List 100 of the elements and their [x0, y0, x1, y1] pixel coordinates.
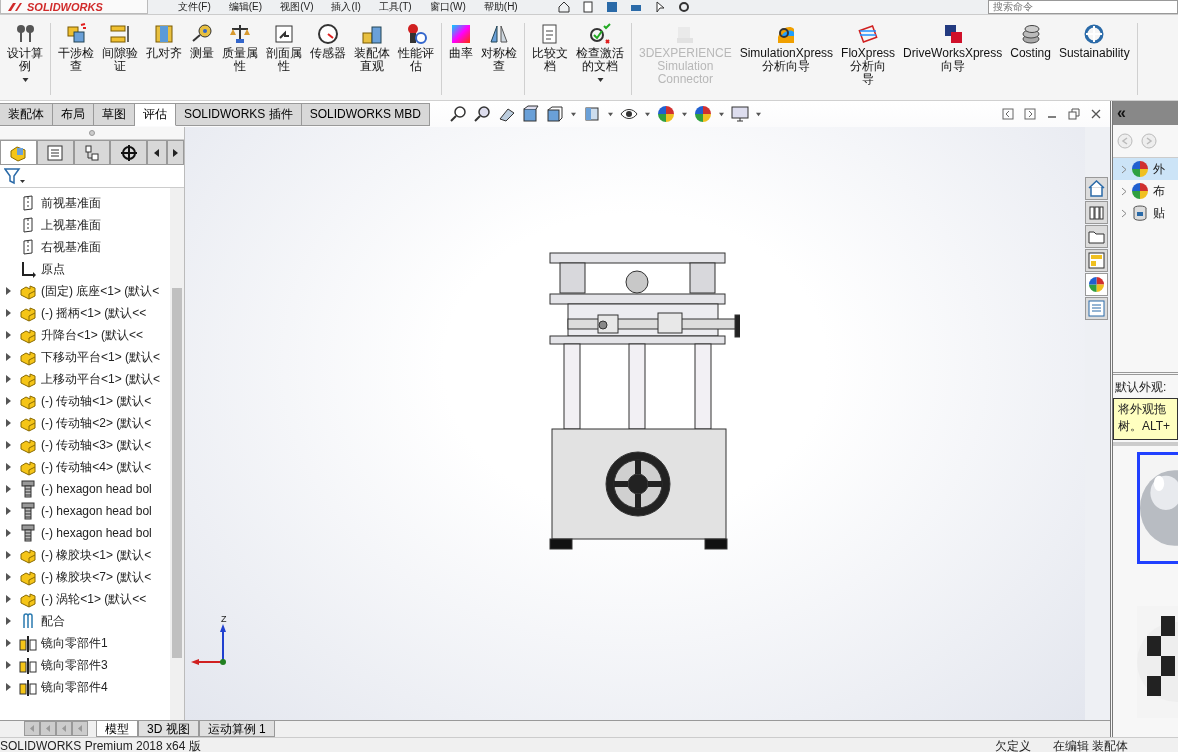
tree-row[interactable]: (-) 传动轴<3> (默认<	[0, 434, 170, 456]
design-library-tab[interactable]	[1085, 201, 1108, 224]
tree-row[interactable]: (-) hexagon head bol	[0, 500, 170, 522]
menu-item[interactable]: 视图(V)	[280, 1, 314, 13]
previous-window-icon[interactable]	[1002, 108, 1014, 120]
ribbon-button[interactable]: 剖面属 性	[262, 23, 306, 95]
tree-row[interactable]: 原点	[0, 258, 170, 280]
ribbon-button[interactable]: 设计算 例	[3, 23, 47, 95]
view-tab[interactable]: 运动算例 1	[198, 721, 275, 737]
ribbon-button[interactable]: 干涉检 查	[54, 23, 98, 95]
expand-arrow-icon[interactable]	[3, 308, 13, 318]
expand-arrow-icon[interactable]	[3, 484, 13, 494]
ribbon-tab[interactable]: SOLIDWORKS 插件	[176, 102, 302, 126]
ribbon-button[interactable]: 曲率	[445, 23, 477, 95]
appearances-tab[interactable]	[1085, 273, 1108, 296]
caret-icon[interactable]	[607, 111, 615, 117]
expand-arrow-icon[interactable]	[3, 572, 13, 582]
caret-icon[interactable]	[755, 111, 763, 117]
tree-row[interactable]: (-) 橡胶块<1> (默认<	[0, 544, 170, 566]
ribbon-button[interactable]: 装配体 直观	[350, 23, 394, 95]
tree-row[interactable]: 镜向零部件3	[0, 654, 170, 676]
tree-row[interactable]: (-) 摇柄<1> (默认<<	[0, 302, 170, 324]
expand-arrow-icon[interactable]	[3, 660, 13, 670]
scrollbar[interactable]	[170, 188, 184, 720]
expand-arrow-icon[interactable]	[3, 638, 13, 648]
ribbon-tab[interactable]: 布局	[53, 102, 94, 126]
expand-arrow-icon[interactable]	[3, 440, 13, 450]
menu-item[interactable]: 插入(I)	[331, 1, 361, 13]
tree-row[interactable]: 下移动平台<1> (默认<	[0, 346, 170, 368]
monitor-icon[interactable]	[731, 105, 750, 123]
ribbon-button[interactable]: 比较文 档	[528, 23, 572, 95]
expand-arrow-icon[interactable]	[3, 462, 13, 472]
menu-item[interactable]: 工具(T)	[378, 1, 412, 13]
cube-icon[interactable]	[546, 105, 565, 123]
tree-row[interactable]: (固定) 底座<1> (默认<	[0, 280, 170, 302]
caret-icon[interactable]	[681, 111, 689, 117]
tree-row[interactable]: (-) 橡胶块<7> (默认<	[0, 566, 170, 588]
menu-item[interactable]: 文件(F)	[178, 1, 211, 13]
view-palette-tab[interactable]	[1085, 249, 1108, 272]
grip-icon[interactable]	[89, 130, 95, 136]
ribbon-button[interactable]: 检查激活 的文档	[572, 23, 628, 95]
appearance-folder[interactable]: 贴	[1113, 202, 1178, 224]
dimxpert-tab[interactable]	[110, 140, 148, 164]
ribbon-button[interactable]: 传感器	[306, 23, 350, 95]
filter-icon[interactable]	[4, 167, 26, 185]
expand-arrow-icon[interactable]	[3, 396, 13, 406]
caret-icon[interactable]	[570, 111, 578, 117]
tree-row[interactable]: (-) hexagon head bol	[0, 478, 170, 500]
expand-arrow-icon[interactable]	[3, 374, 13, 384]
resources-tab[interactable]	[1085, 177, 1108, 200]
home-icon[interactable]	[557, 1, 570, 13]
tree-row[interactable]: (-) 传动轴<4> (默认<	[0, 456, 170, 478]
property-tab[interactable]	[36, 140, 74, 164]
tree-row[interactable]: (-) hexagon head bol	[0, 522, 170, 544]
ribbon-button[interactable]: 性能评 估	[394, 23, 438, 95]
appearance-folder[interactable]: 布	[1113, 180, 1178, 202]
ribbon-tab[interactable]: SOLIDWORKS MBD	[301, 102, 431, 126]
tree-row[interactable]: 升降台<1> (默认<<	[0, 324, 170, 346]
tree-row[interactable]: 上移动平台<1> (默认<	[0, 368, 170, 390]
ribbon-button[interactable]: 对称检 查	[477, 23, 521, 95]
ribbon-button[interactable]: 质量属 性	[218, 23, 262, 95]
collapse-button[interactable]: «	[1113, 104, 1130, 122]
ribbon-button[interactable]: 孔对齐	[142, 23, 186, 95]
tree-row[interactable]: 镜向零部件4	[0, 676, 170, 698]
section-view-icon[interactable]	[522, 105, 541, 123]
ribbon-tab[interactable]: 装配体	[0, 102, 53, 126]
feature-tree-tab[interactable]	[0, 140, 37, 164]
tree-row[interactable]: 配合	[0, 610, 170, 632]
ribbon-tab[interactable]: 评估	[135, 102, 176, 126]
menu-item[interactable]: 窗口(W)	[429, 1, 466, 13]
tree-row[interactable]: 镜向零部件1	[0, 632, 170, 654]
search-field[interactable]: 搜索命令	[988, 0, 1178, 14]
appearance-folder[interactable]: 外	[1113, 158, 1178, 180]
menu-item[interactable]: 编辑(E)	[228, 1, 263, 13]
scroll-left-button[interactable]	[147, 140, 167, 164]
tree-row[interactable]: (-) 涡轮<1> (默认<<	[0, 588, 170, 610]
restore-icon[interactable]	[1068, 108, 1080, 120]
save-icon[interactable]	[605, 1, 618, 13]
zoom-to-fit-icon[interactable]	[450, 105, 469, 123]
close-icon[interactable]	[1090, 108, 1102, 120]
menu-item[interactable]: 帮助(H)	[483, 1, 518, 13]
zoom-area-icon[interactable]	[474, 105, 493, 123]
expand-arrow-icon[interactable]	[3, 352, 13, 362]
expand-arrow-icon[interactable]	[3, 550, 13, 560]
cube-icon[interactable]	[583, 105, 602, 123]
expand-arrow-icon[interactable]	[3, 418, 13, 428]
tree-row[interactable]: 前视基准面	[0, 192, 170, 214]
expand-arrow-icon[interactable]	[3, 682, 13, 692]
tree-row[interactable]: (-) 传动轴<1> (默认<	[0, 390, 170, 412]
expand-arrow-icon[interactable]	[3, 506, 13, 516]
pointer-icon[interactable]	[653, 1, 666, 13]
expand-arrow-icon[interactable]	[3, 330, 13, 340]
custom-properties-tab[interactable]	[1085, 297, 1108, 320]
tree-row[interactable]: 右视基准面	[0, 236, 170, 258]
ribbon-button[interactable]: Costing	[1006, 23, 1055, 95]
expand-arrow-icon[interactable]	[3, 286, 13, 296]
ribbon-button[interactable]: Sustainability	[1054, 23, 1134, 95]
ribbon-button[interactable]: FloXpress 分析向 导	[837, 23, 900, 95]
caret-icon[interactable]	[644, 111, 652, 117]
caret-icon[interactable]	[718, 111, 726, 117]
